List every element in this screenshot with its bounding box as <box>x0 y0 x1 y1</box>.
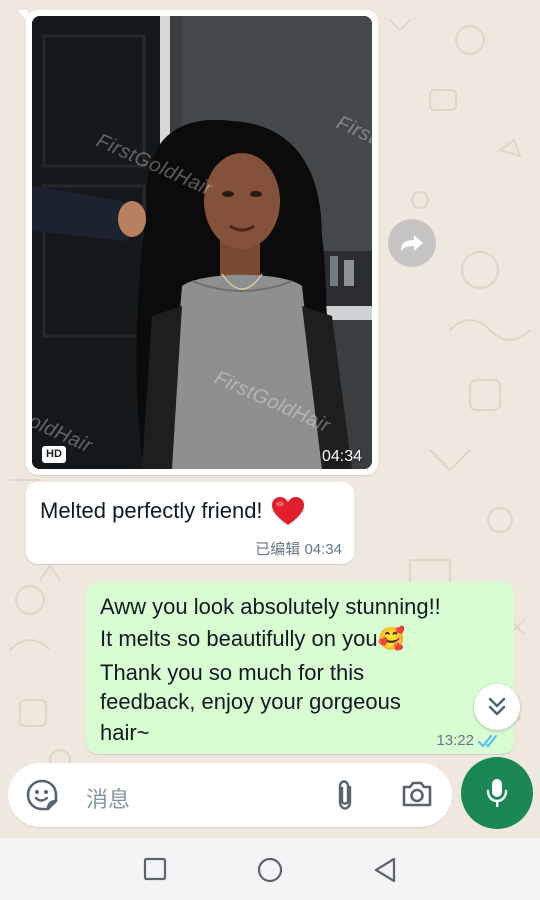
double-check-read-icon <box>478 734 497 747</box>
camera-icon <box>402 781 432 807</box>
home-button[interactable] <box>256 856 284 889</box>
photo-illustration <box>32 16 372 469</box>
square-icon <box>143 857 167 881</box>
message-line: Thank you so much for this <box>100 660 365 685</box>
paperclip-icon <box>338 780 352 810</box>
scroll-to-bottom-button[interactable] <box>474 684 520 730</box>
sticker-button[interactable] <box>26 779 58 816</box>
message-line: feedback, enjoy your gorgeous <box>100 689 401 714</box>
media-duration: 04:34 <box>321 448 362 465</box>
message-text: Melted perfectly friend! <box>40 498 263 523</box>
forward-icon <box>401 235 423 251</box>
message-time: 13:22 <box>436 732 474 749</box>
sticker-icon <box>26 779 58 811</box>
message-line: It melts so beautifully on you🥰 <box>100 626 405 651</box>
outgoing-text-message[interactable]: Aww you look absolutely stunning!! It me… <box>86 582 514 754</box>
message-photo[interactable]: FirstGoldHair FirstGoldHair FirstGoldHai… <box>32 16 372 469</box>
forward-button[interactable] <box>388 219 436 267</box>
triangle-back-icon <box>374 857 396 883</box>
camera-button[interactable] <box>401 780 433 813</box>
incoming-media-message[interactable]: FirstGoldHair FirstGoldHair FirstGoldHai… <box>18 10 378 475</box>
message-meta: 13:22 <box>436 732 502 749</box>
message-input[interactable]: 消息 <box>86 782 130 814</box>
message-composer[interactable]: 消息 <box>8 763 452 827</box>
attach-button[interactable] <box>333 779 357 816</box>
heart-emoji-icon <box>271 497 304 525</box>
back-button[interactable] <box>372 856 398 889</box>
message-text-row: Melted perfectly friend! <box>40 496 305 526</box>
message-meta: 已编辑 04:34 <box>255 541 342 558</box>
message-line: hair~ <box>100 720 150 745</box>
recent-apps-button[interactable] <box>142 856 168 887</box>
message-line: Aww you look absolutely stunning!! <box>100 594 441 619</box>
microphone-icon <box>486 779 508 807</box>
incoming-text-message[interactable]: Melted perfectly friend! 已编辑 04:34 <box>26 482 354 564</box>
double-chevron-down-icon <box>488 697 506 716</box>
system-navigation-bar <box>0 838 540 900</box>
circle-icon <box>257 857 283 883</box>
voice-record-button[interactable] <box>461 757 533 829</box>
hd-badge: HD <box>42 446 66 463</box>
